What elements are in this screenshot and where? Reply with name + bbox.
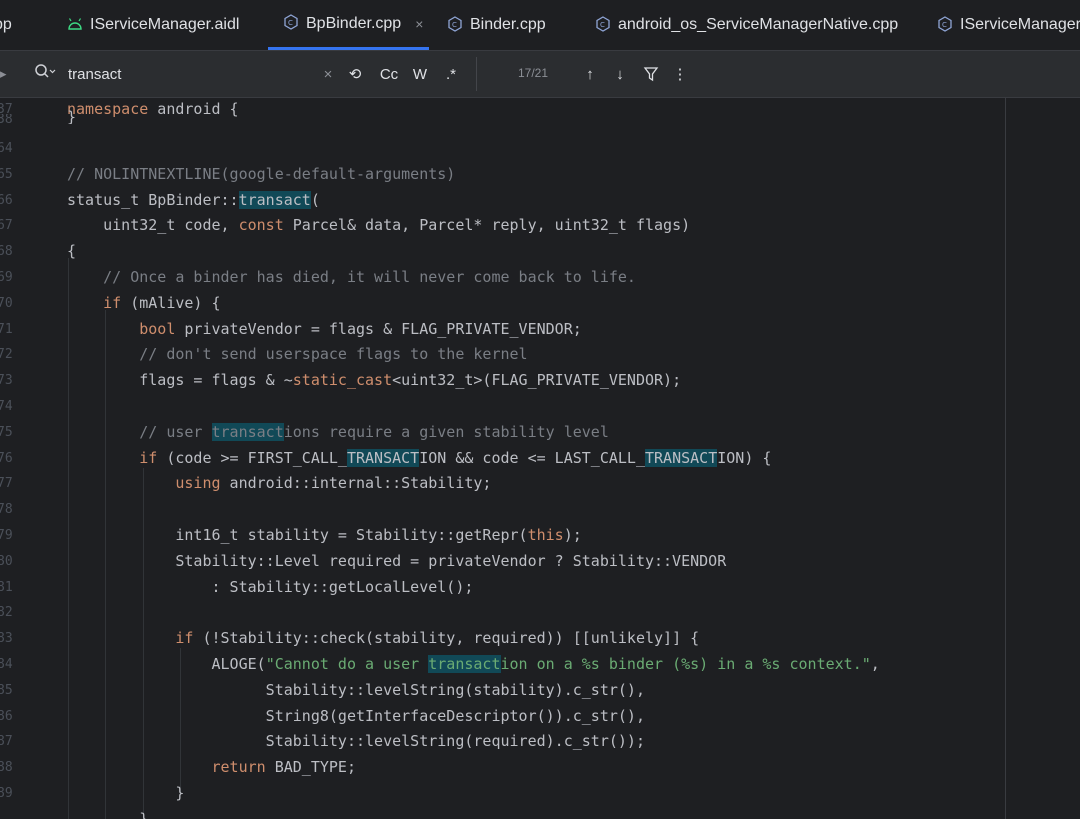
search-match: transact <box>428 655 501 673</box>
code-line: return BAD_TYPE; <box>211 758 357 777</box>
line-number: 38 <box>0 114 13 126</box>
code-line: } <box>67 110 77 124</box>
tab-label: BpBinder.cpp <box>306 14 402 32</box>
code-line: String8(getInterfaceDescriptor()).c_str(… <box>67 706 645 725</box>
tab-iservicemanager-cpp[interactable]: C IServiceManager.c <box>936 0 1080 50</box>
code-line: } <box>67 784 185 802</box>
previous-occurrence-icon[interactable]: ↑ <box>580 61 600 87</box>
tab-previous-file[interactable]: pp <box>0 0 12 50</box>
regex-button[interactable]: .* <box>440 61 462 87</box>
line-number: 67 <box>0 218 13 234</box>
line-number: 72 <box>0 347 13 363</box>
code-line: status_t BpBinder::transact( <box>67 190 320 209</box>
line-number: 75 <box>0 424 13 440</box>
divider <box>476 57 477 91</box>
code-line: if (!Stability::check(stability, require… <box>175 629 700 648</box>
svg-text:C: C <box>600 21 605 29</box>
code-line: Stability::levelString(stability).c_str(… <box>67 680 645 699</box>
next-occurrence-icon[interactable]: ↓ <box>610 61 630 87</box>
line-number: 70 <box>0 295 13 311</box>
search-match: TRANSACT <box>645 448 718 467</box>
code-line: Stability::Level required = privateVendo… <box>67 551 727 570</box>
tab-label: IServiceManager.c <box>960 16 1080 33</box>
code-line: if (code >= FIRST_CALL_TRANSACTION && co… <box>139 448 772 467</box>
right-margin-guide <box>1005 98 1006 819</box>
search-icon[interactable] <box>34 63 56 86</box>
line-number: 68 <box>0 244 13 260</box>
tab-label: IServiceManager.aidl <box>90 16 240 33</box>
line-number: 73 <box>0 373 13 389</box>
line-number: 87 <box>0 734 13 750</box>
line-number: 71 <box>0 321 13 337</box>
search-input[interactable] <box>66 60 320 88</box>
line-number: 82 <box>0 605 13 621</box>
find-in-file-bar: ▸ × ⟲ Cc W .* 17/21 ↑ ↓ ⋮ <box>0 51 1080 98</box>
whole-words-button[interactable]: W <box>408 61 432 87</box>
code-line: Stability::levelString(required).c_str()… <box>67 732 645 751</box>
code-line: namespace android { <box>67 100 239 118</box>
search-history-icon[interactable]: ⟲ <box>344 61 366 87</box>
code-line: ALOGE("Cannot do a user transaction on a… <box>67 655 880 673</box>
line-number: 79 <box>0 528 13 543</box>
code-line: bool privateVendor = flags & FLAG_PRIVAT… <box>139 319 582 338</box>
code-line: // user transactions require a given sta… <box>67 422 609 441</box>
close-tab-icon[interactable]: × <box>415 16 423 32</box>
android-icon <box>66 17 84 33</box>
tab-label: android_os_ServiceManagerNative.cpp <box>618 16 899 33</box>
line-number: 85 <box>0 682 13 698</box>
search-match: transact <box>211 422 284 441</box>
search-match: TRANSACT <box>346 448 420 467</box>
code-line: flags = flags & ~static_cast<uint32_t>(F… <box>67 371 682 390</box>
editor-tab-bar: pp IServiceManager.aidl C BpBinder.cpp ×… <box>0 0 1080 51</box>
code-line: int16_t stability = Stability::getRepr(t… <box>67 526 582 544</box>
match-count: 17/21 <box>518 66 549 80</box>
match-case-button[interactable]: Cc <box>376 61 402 87</box>
tab-label: Binder.cpp <box>470 16 546 33</box>
cpp-file-icon: C <box>936 15 954 35</box>
tab-bpbinder-cpp[interactable]: C BpBinder.cpp × <box>268 0 430 50</box>
code-line: using android::internal::Stability; <box>175 474 492 493</box>
code-line: : Stability::getLocalLevel(); <box>67 577 474 596</box>
more-options-icon[interactable]: ⋮ <box>672 61 688 87</box>
line-number: 89 <box>0 786 13 801</box>
line-number-gutter: 37 38 64 65 66 67 68 69 70 71 72 73 74 7… <box>0 98 40 819</box>
tab-android-os-servicemanagernative-cpp[interactable]: C android_os_ServiceManagerNative.cpp <box>594 0 898 50</box>
code-line: if (mAlive) { <box>103 293 221 312</box>
search-match: transact <box>238 190 311 209</box>
code-area[interactable]: namespace android { } // NOLINTNEXTLINE(… <box>67 98 1007 819</box>
line-number: 64 <box>0 141 13 156</box>
code-line: // Once a binder has died, it will never… <box>67 268 636 286</box>
tab-label: pp <box>0 16 12 33</box>
clear-search-icon[interactable]: × <box>320 61 336 87</box>
tab-iservicemanager-aidl[interactable]: IServiceManager.aidl <box>66 0 239 50</box>
line-number: 80 <box>0 553 13 569</box>
line-number: 78 <box>0 502 13 518</box>
line-number: 88 <box>0 760 13 776</box>
svg-text:C: C <box>288 19 293 27</box>
line-number: 86 <box>0 708 13 724</box>
line-number: 83 <box>0 631 13 647</box>
cpp-file-icon: C <box>446 15 464 35</box>
filter-search-results-icon[interactable] <box>640 61 662 87</box>
line-number: 84 <box>0 657 13 672</box>
expand-replace-icon[interactable]: ▸ <box>0 51 18 97</box>
line-number: 69 <box>0 270 13 285</box>
code-editor[interactable]: 37 38 64 65 66 67 68 69 70 71 72 73 74 7… <box>0 98 1080 819</box>
cpp-file-icon: C <box>282 14 300 33</box>
line-number: 77 <box>0 476 13 492</box>
code-line: uint32_t code, const Parcel& data, Parce… <box>67 216 691 235</box>
code-line: { <box>67 242 77 261</box>
svg-text:C: C <box>942 21 947 29</box>
tab-binder-cpp[interactable]: C Binder.cpp <box>446 0 546 50</box>
code-line: // don't send userspace flags to the ker… <box>67 345 528 364</box>
line-number: 76 <box>0 450 13 466</box>
line-number: 74 <box>0 399 13 414</box>
line-number: 66 <box>0 192 13 208</box>
svg-text:C: C <box>452 21 457 29</box>
line-number: 65 <box>0 166 13 182</box>
code-line: } <box>67 809 149 819</box>
line-number: 81 <box>0 579 13 595</box>
cpp-file-icon: C <box>594 15 612 35</box>
code-line: // NOLINTNEXTLINE(google-default-argumen… <box>67 164 456 183</box>
